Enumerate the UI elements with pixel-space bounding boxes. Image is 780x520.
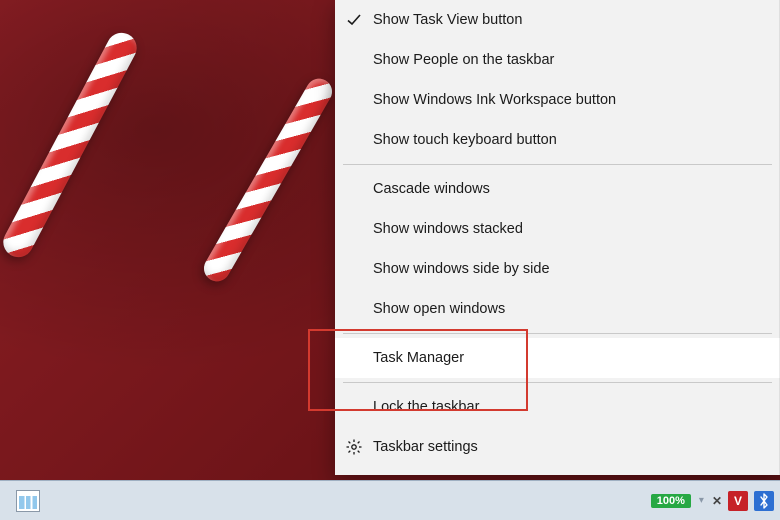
tray-chevron-icon[interactable]: ▾	[697, 495, 706, 506]
menu-item-label: Lock the taskbar	[373, 399, 479, 415]
menu-separator	[343, 164, 772, 165]
tray-v-app-icon[interactable]: V	[728, 491, 748, 511]
menu-item-label: Show People on the taskbar	[373, 52, 554, 68]
check-icon	[345, 11, 363, 29]
menu-item-show-ink-workspace[interactable]: Show Windows Ink Workspace button	[335, 80, 780, 120]
menu-item-label: Cascade windows	[373, 181, 490, 197]
menu-item-label: Show windows side by side	[373, 261, 550, 277]
menu-item-label: Show Windows Ink Workspace button	[373, 92, 616, 108]
menu-item-label: Taskbar settings	[373, 439, 478, 455]
menu-item-show-touch-keyboard[interactable]: Show touch keyboard button	[335, 120, 780, 160]
menu-item-lock-taskbar[interactable]: Lock the taskbar	[335, 387, 780, 427]
menu-item-show-windows-side-by-side[interactable]: Show windows side by side	[335, 249, 780, 289]
taskbar: 100% ▾ ✕ V	[0, 480, 780, 520]
menu-item-label: Show Task View button	[373, 12, 522, 28]
menu-item-label: Show windows stacked	[373, 221, 523, 237]
menu-item-task-manager[interactable]: Task Manager	[335, 338, 780, 378]
battery-indicator[interactable]: 100%	[651, 494, 691, 508]
taskbar-context-menu: Show Task View button Show People on the…	[335, 0, 780, 475]
menu-item-show-windows-stacked[interactable]: Show windows stacked	[335, 209, 780, 249]
taskbar-left	[6, 484, 50, 518]
bluetooth-icon[interactable]	[754, 491, 774, 511]
system-tray: 100% ▾ ✕ V	[651, 491, 774, 511]
tray-close-icon[interactable]: ✕	[712, 494, 722, 508]
sysmon-icon	[16, 490, 40, 512]
menu-item-label: Show open windows	[373, 301, 505, 317]
candycane-decoration	[199, 74, 337, 286]
menu-item-taskbar-settings[interactable]: Taskbar settings	[335, 427, 780, 467]
menu-item-label: Show touch keyboard button	[373, 132, 557, 148]
menu-item-label: Task Manager	[373, 350, 464, 366]
candycane-decoration	[0, 28, 142, 263]
desktop-wallpaper: Show Task View button Show People on the…	[0, 0, 780, 520]
menu-item-show-open-windows[interactable]: Show open windows	[335, 289, 780, 329]
taskbar-app-sysmon[interactable]	[6, 484, 50, 518]
menu-item-show-task-view[interactable]: Show Task View button	[335, 0, 780, 40]
menu-item-cascade-windows[interactable]: Cascade windows	[335, 169, 780, 209]
gear-icon	[345, 438, 363, 456]
menu-separator	[343, 382, 772, 383]
menu-separator	[343, 333, 772, 334]
menu-item-show-people[interactable]: Show People on the taskbar	[335, 40, 780, 80]
